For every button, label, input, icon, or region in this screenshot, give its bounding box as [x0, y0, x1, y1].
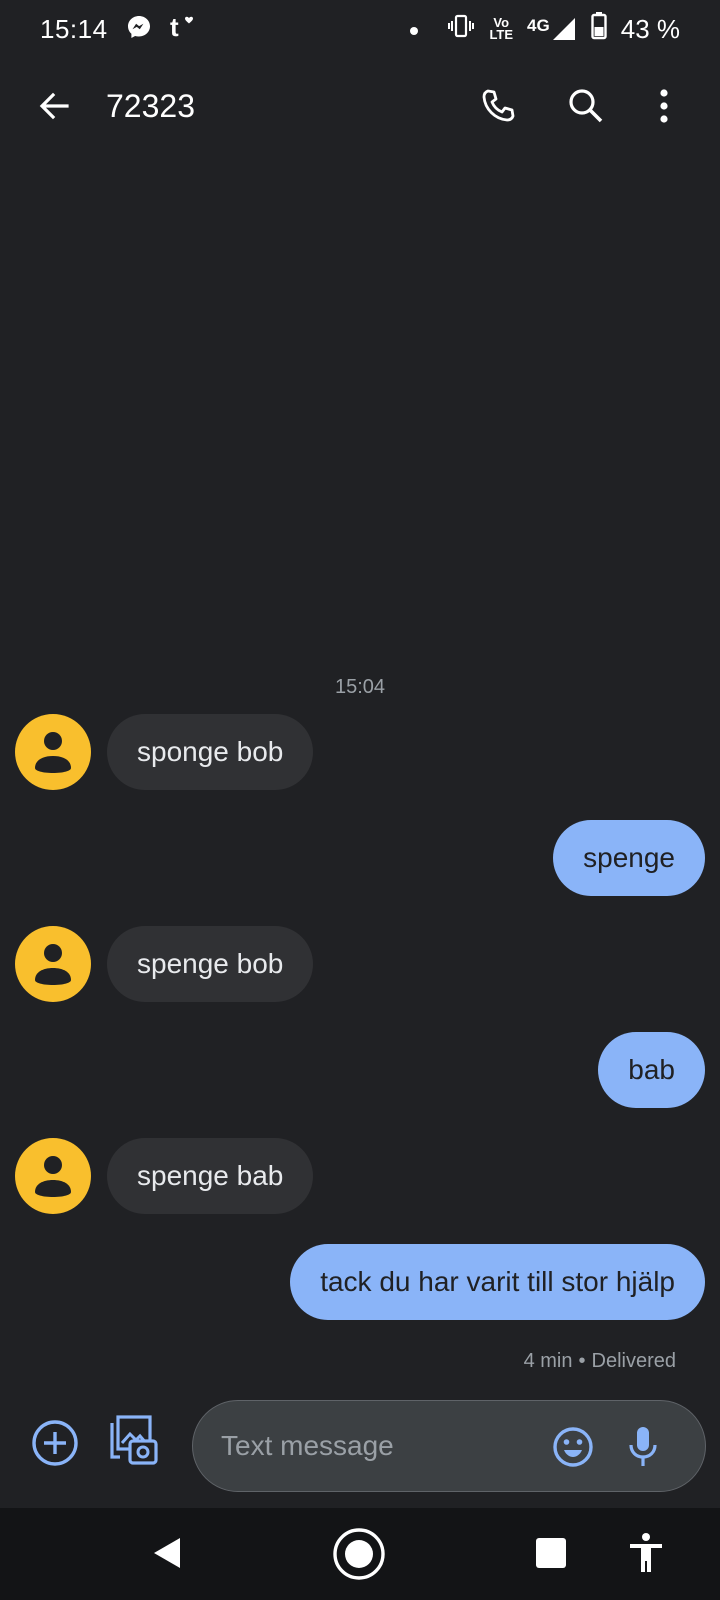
battery-icon [591, 12, 607, 46]
emoji-button[interactable] [551, 1425, 595, 1469]
more-options-button[interactable] [642, 84, 686, 128]
media-button[interactable] [108, 1415, 160, 1467]
contact-avatar[interactable] [15, 714, 91, 790]
add-attachment-button[interactable] [30, 1418, 80, 1468]
delivery-status: 4 min • Delivered [524, 1350, 676, 1373]
delivery-state: Delivered [591, 1350, 676, 1372]
vibrate-icon [447, 14, 475, 44]
app-bar: 72323 [0, 58, 720, 158]
nav-back-icon [154, 1538, 180, 1568]
voice-input-button[interactable] [621, 1423, 665, 1471]
delivery-separator: • [578, 1350, 586, 1372]
date-timestamp: 15:04 [334, 676, 386, 698]
message-incoming[interactable]: spenge bab [107, 1138, 314, 1214]
nav-home-icon [333, 1528, 385, 1580]
nav-home-button[interactable] [332, 1527, 386, 1581]
media-gallery-icon [110, 1415, 158, 1465]
delivery-time: 4 min [523, 1350, 573, 1372]
add-circle-icon [32, 1420, 78, 1466]
status-time: 15:14 [40, 13, 108, 44]
compose-field[interactable] [192, 1400, 706, 1492]
person-icon [35, 732, 71, 773]
dot-icon [409, 16, 419, 42]
status-bar-right: Vo LTE 4G 43 % [409, 12, 680, 46]
nav-back-button[interactable] [150, 1535, 186, 1571]
volte-icon: Vo LTE [489, 15, 514, 42]
phone-icon [482, 89, 515, 122]
message-outgoing[interactable]: tack du har varit till stor hjälp [290, 1244, 705, 1320]
search-icon [569, 89, 603, 123]
nav-recents-icon[interactable] [536, 1538, 566, 1568]
message-incoming[interactable]: spenge bob [107, 926, 314, 1002]
network-type: 4G [527, 16, 550, 35]
message-incoming[interactable]: sponge bob [107, 714, 314, 790]
message-outgoing[interactable]: spenge [553, 820, 705, 896]
person-icon [35, 1156, 71, 1197]
system-nav-bar [0, 1508, 720, 1600]
tumblr-icon: t [170, 12, 200, 45]
accessibility-button[interactable] [626, 1532, 666, 1574]
status-bar: 15:14 t Vo LTE 4G 43 % [0, 0, 720, 58]
call-button[interactable] [476, 84, 520, 128]
contact-avatar[interactable] [15, 1138, 91, 1214]
microphone-icon [629, 1427, 657, 1466]
search-button[interactable] [564, 84, 608, 128]
status-bar-left: 15:14 t [40, 12, 200, 45]
person-icon [35, 944, 71, 985]
message-outgoing[interactable]: bab [598, 1032, 705, 1108]
message-input[interactable] [221, 1423, 521, 1469]
contact-avatar[interactable] [15, 926, 91, 1002]
more-vert-icon [660, 89, 668, 123]
messages-screen: 15:14 t Vo LTE 4G 43 % 72323 15:04 spong… [0, 0, 720, 1600]
back-arrow-icon [39, 92, 69, 120]
battery-percent: 43 % [620, 13, 680, 44]
back-button[interactable] [34, 86, 74, 126]
accessibility-icon [630, 1533, 662, 1572]
emoji-icon [553, 1427, 593, 1467]
signal-icon: 4G [527, 16, 577, 42]
svg-text:t: t [170, 14, 179, 40]
conversation-title: 72323 [106, 88, 195, 124]
messenger-icon [126, 14, 152, 45]
